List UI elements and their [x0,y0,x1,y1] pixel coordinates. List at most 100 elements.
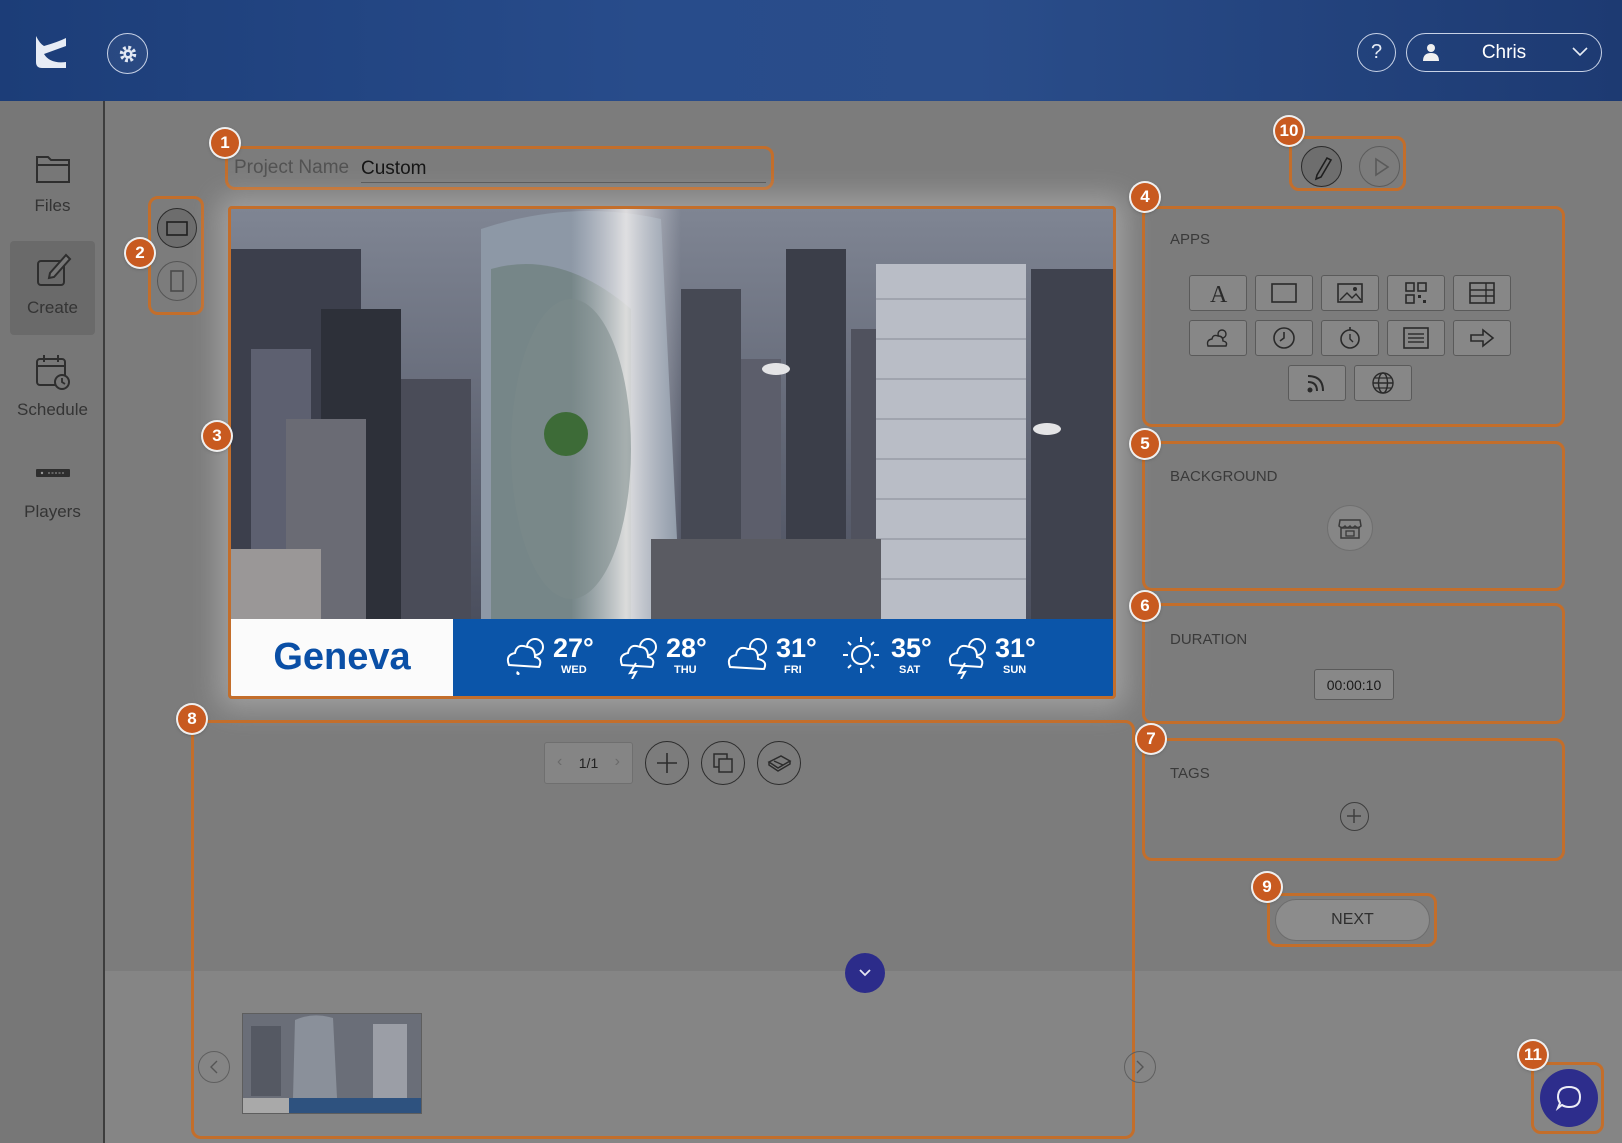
globe-icon [1372,372,1394,394]
mode-toggle-group [1289,136,1406,191]
duration-input[interactable]: 00:00:10 [1314,669,1394,700]
marker-9: 9 [1253,873,1281,901]
slide-thumbnail-image [243,1014,421,1113]
weather-ticker: Geneva 27° WED 28° THU 31° FRI 35° SAT 3… [231,619,1113,696]
marker-6: 6 [1131,592,1159,620]
image-icon [1337,283,1363,303]
project-name-input[interactable] [361,155,766,183]
canvas-preview[interactable]: Geneva 27° WED 28° THU 31° FRI 35° SAT 3… [228,206,1116,699]
marker-2: 2 [126,239,154,267]
add-slide-button[interactable] [645,741,689,785]
city-skyline-image [231,209,1113,619]
preview-mode-button[interactable] [1359,146,1400,187]
city-name: Geneva [231,619,453,696]
logo-icon[interactable] [30,32,70,72]
player-device-icon [36,469,70,477]
gear-icon [119,45,136,62]
clock-app-button[interactable] [1255,320,1313,356]
sidebar-item-label: Files [34,196,71,215]
marker-5: 5 [1131,430,1159,458]
qr-app-button[interactable] [1387,275,1445,311]
chevron-down-icon [1572,47,1588,57]
list-app-button[interactable] [1387,320,1445,356]
rain-cloud-icon [506,638,544,675]
play-icon [1375,157,1390,177]
sidebar-item-label: Create [26,298,79,317]
sidebar-item-create[interactable]: Create [10,241,95,335]
user-menu-button[interactable]: Chris [1406,33,1602,72]
project-name-label: Project Name [234,157,350,178]
edit-mode-button[interactable] [1301,146,1342,187]
help-button[interactable]: ? [1357,33,1396,72]
tags-title: TAGS [1170,765,1210,782]
countdown-app-button[interactable] [1321,320,1379,356]
orientation-group [148,196,204,315]
settings-button[interactable] [107,33,148,74]
landscape-button[interactable] [157,208,197,248]
chat-button[interactable] [1540,1069,1598,1127]
slide-pager: ‹ 1/1 › [544,742,633,784]
stopwatch-icon [1340,327,1360,349]
top-header: ? Chris [0,0,1622,101]
sidebar-item-players[interactable]: Players [10,445,95,539]
marker-3: 3 [203,422,231,450]
project-name-group: Project Name [225,146,774,190]
rectangle-icon [1271,283,1297,303]
list-icon [1403,327,1429,349]
storefront-icon [1338,519,1362,539]
marker-7: 7 [1137,725,1165,753]
marker-4: 4 [1131,183,1159,211]
slide-thumbnail[interactable] [242,1013,422,1114]
duplicate-slide-button[interactable] [701,741,745,785]
arrow-right-icon [1470,328,1495,348]
forecast-day-name: FRI [784,664,802,676]
weather-app-button[interactable] [1189,320,1247,356]
web-app-button[interactable] [1354,365,1412,401]
add-tag-button[interactable] [1340,802,1369,831]
marker-1: 1 [211,129,239,157]
apps-title: APPS [1170,231,1211,248]
sidebar-item-files[interactable]: Files [10,139,95,233]
portrait-button[interactable] [157,261,197,301]
collapse-strip-button[interactable] [845,953,885,993]
shape-app-button[interactable] [1255,275,1313,311]
text-icon: A [1210,282,1228,305]
weather-icon [1206,329,1228,347]
chevron-right-icon [1136,1060,1144,1074]
forecast-temp: 35° [891,633,932,663]
tags-panel: TAGS [1142,738,1565,861]
chevron-down-icon [859,969,871,977]
portrait-icon [170,270,184,292]
text-app-button[interactable]: A [1189,275,1247,311]
marker-11: 11 [1519,1041,1547,1069]
background-picker-button[interactable] [1327,505,1373,551]
table-app-button[interactable] [1453,275,1511,311]
clock-icon [1273,327,1295,349]
marker-8: 8 [178,705,206,733]
delete-slide-button[interactable] [757,741,801,785]
next-slide-icon[interactable]: › [615,753,620,771]
duration-panel: DURATION [1142,603,1565,724]
next-button[interactable]: NEXT [1275,899,1430,941]
forecast-day-name: SAT [899,664,921,676]
image-app-button[interactable] [1321,275,1379,311]
calendar-clock-icon [36,355,70,390]
scroll-right-button[interactable] [1124,1051,1156,1083]
sidebar-item-schedule[interactable]: Schedule [10,343,95,437]
forecast-day-name: WED [561,664,587,676]
plus-icon [657,753,677,773]
sidebar: Files Create Schedule Players [0,101,105,1143]
sun-icon [843,637,879,673]
rss-app-button[interactable] [1288,365,1346,401]
storm-cloud-icon [948,638,986,679]
sidebar-item-label: Players [24,502,81,521]
scroll-left-button[interactable] [198,1051,230,1083]
table-icon [1469,282,1495,304]
link-app-button[interactable] [1453,320,1511,356]
copy-icon [713,753,733,773]
forecast-day-name: THU [674,664,697,676]
storm-cloud-icon [619,638,657,679]
folder-icon [36,156,70,183]
edit-square-icon [37,253,72,286]
qr-code-icon [1405,282,1427,304]
